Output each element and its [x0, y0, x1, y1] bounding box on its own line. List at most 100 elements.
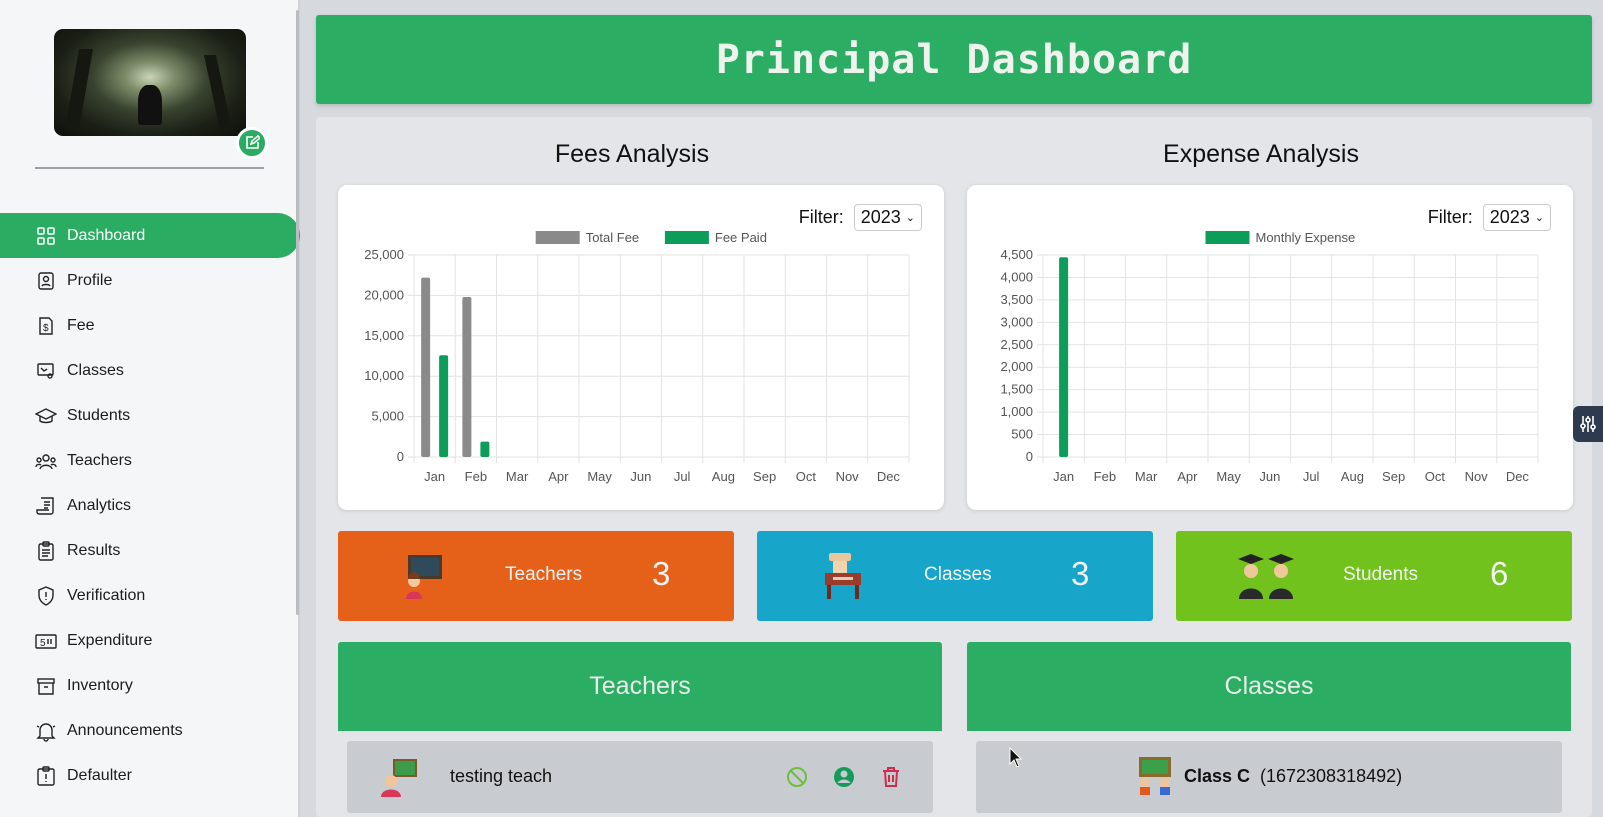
teacher-name: testing teach	[450, 766, 553, 786]
classes-stat-label: Classes	[924, 564, 992, 585]
grid-icon	[35, 225, 57, 247]
desk-icon	[825, 553, 861, 599]
bar-total-fee	[462, 297, 472, 457]
page-title: Principal Dashboard	[715, 36, 1193, 83]
x-tick-label: May	[1216, 469, 1241, 484]
y-tick-label: 25,000	[364, 247, 404, 262]
sidebar-item-label: Classes	[67, 361, 124, 379]
alert-document-icon	[35, 765, 57, 787]
class-code: (1672308318492)	[1260, 766, 1403, 786]
block-icon[interactable]	[785, 765, 809, 789]
profile-image	[54, 29, 246, 136]
y-tick-label: 1,500	[1000, 382, 1033, 397]
y-tick-label: 10,000	[364, 368, 404, 383]
mouse-cursor	[1009, 747, 1023, 767]
sidebar-item-label: Results	[67, 541, 121, 559]
sidebar: Dashboard Profile $ Fee Classes Students…	[0, 0, 300, 817]
bar-fee-paid	[480, 441, 490, 457]
user-circle-icon[interactable]	[832, 765, 856, 789]
shield-icon	[35, 585, 57, 607]
teachers-stat-label: Teachers	[505, 564, 583, 585]
sidebar-item-label: Teachers	[67, 451, 132, 469]
teachers-stat-value: 3	[652, 555, 671, 592]
expense-chart-card: Filter: 2023 ⌄ Monthly Expense 0 500 1,000 1,…	[967, 185, 1573, 510]
sidebar-divider	[35, 167, 264, 169]
y-tick-label: 3,000	[1000, 314, 1033, 329]
x-tick-label: Aug	[1341, 469, 1364, 484]
fees-chart-card: Filter: 2023 ⌄ Total Fee Fee Paid 0 5,000 10,…	[338, 185, 944, 510]
fees-bar-chart: Total Fee Fee Paid 0 5,000 10,000 15,000 20,00…	[364, 230, 910, 484]
trash-icon[interactable]	[879, 765, 903, 789]
teachers-stat-card[interactable]: Teachers 3	[338, 531, 734, 621]
classroom-board-icon	[35, 360, 57, 382]
sidebar-item-analytics[interactable]: Analytics	[0, 483, 300, 528]
sidebar-item-teachers[interactable]: Teachers	[0, 438, 300, 483]
sidebar-item-label: Verification	[67, 586, 146, 604]
x-tick-label: Jul	[1303, 469, 1320, 484]
x-tick-label: Jul	[674, 469, 691, 484]
classes-list-row[interactable]: Class C (1672308318492)	[976, 741, 1562, 813]
sidebar-item-fee[interactable]: $ Fee	[0, 303, 300, 348]
fees-chart-title: Fees Analysis	[554, 140, 710, 168]
report-icon	[35, 495, 57, 517]
teacher-at-board-icon	[406, 555, 442, 599]
y-tick-label: 20,000	[364, 287, 404, 302]
teachers-list-row[interactable]: testing teach	[347, 741, 933, 813]
x-tick-label: Sep	[753, 469, 776, 484]
main-content: Principal Dashboard Fees Analysis Filter…	[302, 0, 1603, 817]
x-tick-label: Apr	[1177, 469, 1198, 484]
y-tick-label: 5,000	[371, 409, 404, 424]
settings-sliders-icon[interactable]	[1573, 406, 1603, 442]
y-tick-label: 15,000	[364, 328, 404, 343]
y-tick-label: 0	[1026, 449, 1033, 464]
sidebar-item-profile[interactable]: Profile	[0, 258, 300, 303]
x-tick-label: Dec	[877, 469, 901, 484]
students-stat-value: 6	[1490, 555, 1509, 592]
sidebar-item-results[interactable]: Results	[0, 528, 300, 573]
classes-stat-card[interactable]: Classes 3	[757, 531, 1153, 621]
classes-list-header: Classes	[967, 642, 1571, 731]
sidebar-item-classes[interactable]: Classes	[0, 348, 300, 393]
pencil-square-icon[interactable]	[236, 127, 268, 159]
sidebar-item-label: Students	[67, 406, 131, 424]
sidebar-item-label: Dashboard	[67, 226, 146, 244]
legend-label-1: Fee Paid	[715, 230, 767, 245]
x-tick-label: Apr	[548, 469, 569, 484]
sidebar-item-students[interactable]: Students	[0, 393, 300, 438]
x-tick-label: Feb	[1094, 469, 1116, 484]
x-tick-label: Jun	[1259, 469, 1280, 484]
sidebar-item-announcements[interactable]: Announcements	[0, 708, 300, 753]
sidebar-item-label: Profile	[67, 271, 113, 289]
sidebar-item-expenditure[interactable]: 5 Expenditure	[0, 618, 300, 663]
sidebar-item-dashboard[interactable]: Dashboard	[0, 213, 300, 258]
sidebar-item-label: Inventory	[67, 676, 133, 694]
x-tick-label: Feb	[465, 469, 487, 484]
x-tick-label: Jan	[1053, 469, 1074, 484]
bar-fee-paid	[439, 355, 449, 457]
sidebar-scrollbar[interactable]	[296, 10, 299, 615]
x-tick-label: Nov	[1465, 469, 1489, 484]
graduates-icon	[1238, 554, 1294, 599]
bar-total-fee	[421, 277, 431, 457]
teacher-icon	[381, 759, 417, 797]
legend-label-0: Monthly Expense	[1256, 230, 1356, 245]
y-tick-label: 2,500	[1000, 337, 1033, 352]
sidebar-item-defaulter[interactable]: Defaulter	[0, 753, 300, 798]
students-stat-label: Students	[1343, 564, 1418, 585]
sidebar-item-inventory[interactable]: Inventory	[0, 663, 300, 708]
y-tick-label: 4,000	[1000, 269, 1033, 284]
classroom-icon	[1139, 757, 1171, 795]
x-tick-label: Mar	[506, 469, 529, 484]
teachers-list-card: Teachers testing teach	[338, 642, 942, 817]
graduation-cap-icon	[35, 405, 57, 427]
students-stat-card[interactable]: Students 6	[1176, 531, 1572, 621]
sidebar-item-label: Fee	[67, 316, 95, 334]
x-tick-label: Dec	[1506, 469, 1530, 484]
x-tick-label: Oct	[1425, 469, 1446, 484]
page-header: Principal Dashboard	[316, 15, 1592, 104]
sidebar-item-label: Analytics	[67, 496, 132, 514]
x-tick-label: May	[587, 469, 612, 484]
sidebar-item-label: Defaulter	[67, 766, 132, 784]
archive-box-icon	[35, 675, 57, 697]
sidebar-item-verification[interactable]: Verification	[0, 573, 300, 618]
